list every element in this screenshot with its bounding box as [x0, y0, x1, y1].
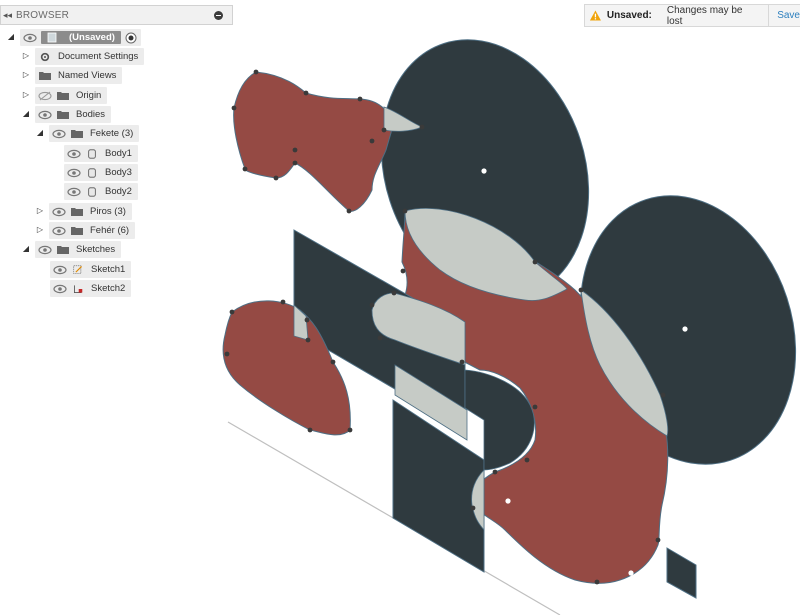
- tree-item-body2[interactable]: Body2: [64, 183, 138, 200]
- collapsed-arrow-icon[interactable]: ▷: [21, 70, 31, 80]
- eye-icon[interactable]: [38, 110, 52, 120]
- collapsed-arrow-icon[interactable]: ▷: [35, 206, 45, 216]
- gear-icon: [40, 52, 50, 61]
- sketch-icon: [73, 264, 82, 274]
- eye-icon[interactable]: [38, 245, 52, 255]
- tree-item-fekete[interactable]: ◢ Fekete (3): [35, 125, 140, 142]
- tree-item-bodies[interactable]: ◢ Bodies: [21, 106, 112, 123]
- eye-icon[interactable]: [53, 265, 67, 275]
- tree-item-label: Piros (3): [90, 206, 126, 217]
- expanded-arrow-icon[interactable]: ◢: [35, 128, 45, 138]
- tree-root-row[interactable]: ◢ (Unsaved): [6, 29, 141, 46]
- body-icon: [88, 167, 96, 178]
- tree-item-label: Named Views: [58, 70, 117, 81]
- save-button[interactable]: Save: [777, 10, 800, 21]
- tree-item-label: Body3: [105, 167, 132, 178]
- document-icon: [47, 32, 57, 43]
- unsaved-notice: Unsaved: Changes may be lost Save: [584, 4, 800, 27]
- warning-icon: [589, 10, 601, 21]
- tree-item-label: Sketch2: [91, 283, 126, 294]
- folder-icon: [57, 245, 69, 254]
- tree-item-document-settings[interactable]: ▷ Document Settings: [21, 48, 145, 65]
- expanded-arrow-icon[interactable]: ◢: [21, 109, 31, 119]
- collapse-panel-icon[interactable]: ◂◂: [3, 10, 15, 21]
- folder-icon: [71, 129, 83, 138]
- body-icon: [88, 186, 96, 197]
- expanded-arrow-icon[interactable]: ◢: [6, 32, 16, 42]
- dark-panel-lower[interactable]: [392, 399, 485, 573]
- expanded-arrow-icon[interactable]: ◢: [21, 244, 31, 254]
- canvas-viewport[interactable]: [0, 0, 800, 615]
- dark-tile-small[interactable]: [666, 547, 697, 599]
- collapsed-arrow-icon[interactable]: ▷: [21, 51, 31, 61]
- tree-item-label: Bodies: [76, 109, 106, 120]
- tree-item-label: Sketches: [76, 244, 116, 255]
- root-label: (Unsaved): [69, 32, 115, 43]
- tree-item-label: Sketch1: [91, 264, 126, 275]
- eye-icon[interactable]: [67, 168, 81, 178]
- eye-icon[interactable]: [53, 284, 67, 294]
- divider: [768, 4, 770, 27]
- collapsed-arrow-icon[interactable]: ▷: [21, 90, 31, 100]
- browser-title: BROWSER: [16, 9, 70, 21]
- red-body-top[interactable]: [233, 71, 394, 212]
- tree-item-piros[interactable]: ▷ Piros (3): [35, 203, 132, 220]
- collapsed-arrow-icon[interactable]: ▷: [35, 225, 45, 235]
- eye-icon[interactable]: [52, 129, 66, 139]
- unsaved-status: Unsaved:: [606, 10, 652, 21]
- eye-icon[interactable]: [23, 33, 37, 43]
- tree-item-label: Fekete (3): [90, 128, 134, 139]
- tree-item-label: Fehér (6): [90, 225, 130, 236]
- eye-hidden-icon[interactable]: [38, 91, 52, 101]
- tree-item-label: Origin: [76, 90, 102, 101]
- activate-radio-icon[interactable]: [125, 32, 137, 44]
- eye-icon[interactable]: [52, 207, 66, 217]
- folder-icon: [57, 110, 69, 119]
- body-icon: [88, 148, 96, 159]
- tree-item-label: Body2: [105, 186, 132, 197]
- eye-icon[interactable]: [67, 187, 81, 197]
- tree-item-sketch1[interactable]: Sketch1: [50, 261, 132, 278]
- browser-header: ◂◂ BROWSER: [0, 5, 233, 25]
- tree-item-named-views[interactable]: ▷ Named Views: [21, 67, 123, 84]
- sketch-locked-icon: [74, 284, 83, 293]
- folder-icon: [39, 71, 51, 80]
- tree-item-sketches[interactable]: ◢ Sketches: [21, 241, 122, 258]
- tree-item-feher[interactable]: ▷ Fehér (6): [35, 222, 136, 239]
- folder-icon: [71, 207, 83, 216]
- tree-item-label: Body1: [105, 148, 132, 159]
- tree-item-body3[interactable]: Body3: [64, 164, 138, 181]
- eye-icon[interactable]: [67, 149, 81, 159]
- tree-item-body1[interactable]: Body1: [64, 145, 138, 162]
- folder-icon: [57, 91, 69, 100]
- tree-item-label: Document Settings: [58, 51, 139, 62]
- tree-item-sketch2[interactable]: Sketch2: [50, 280, 132, 297]
- eye-icon[interactable]: [52, 226, 66, 236]
- unsaved-message: Changes may be lost: [666, 4, 743, 27]
- minimize-panel-icon[interactable]: [214, 11, 223, 20]
- folder-icon: [71, 226, 83, 235]
- tree-item-origin[interactable]: ▷ Origin: [21, 87, 108, 104]
